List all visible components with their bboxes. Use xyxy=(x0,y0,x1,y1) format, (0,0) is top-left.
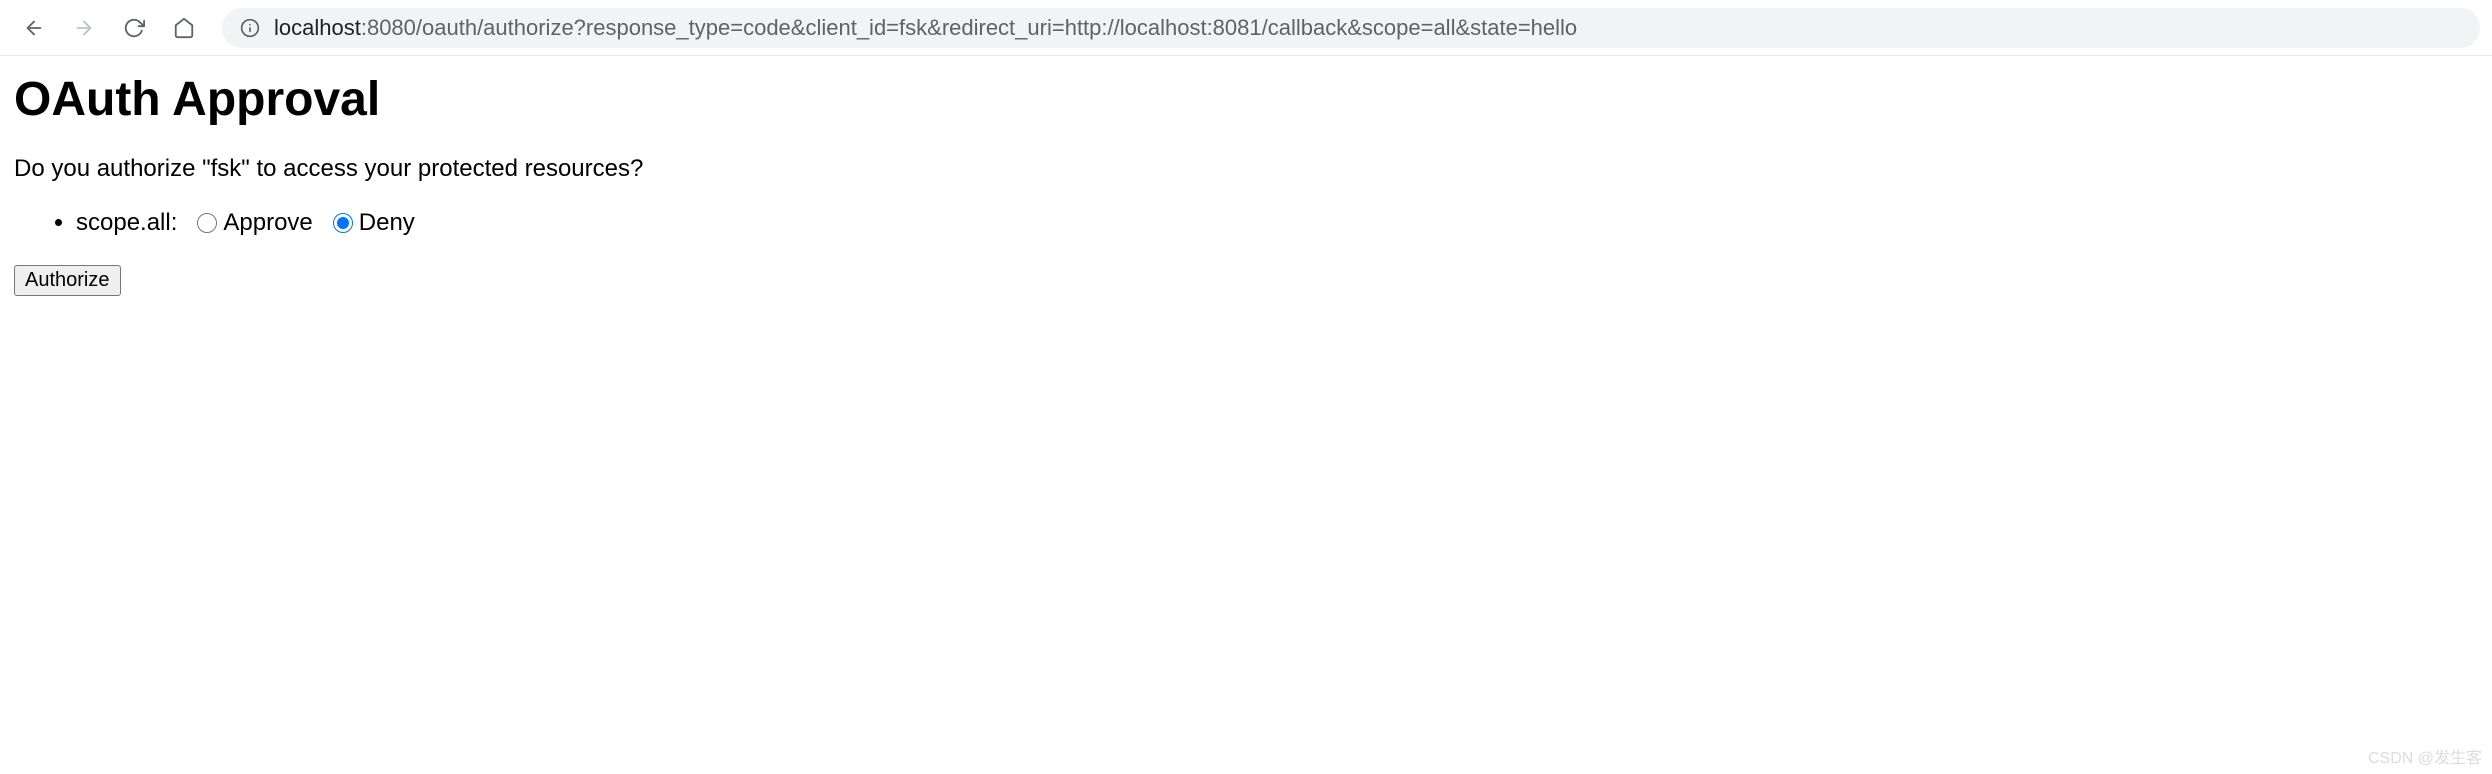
authorize-button[interactable]: Authorize xyxy=(14,265,121,296)
scope-item: scope.all: Approve Deny xyxy=(76,209,2478,237)
address-bar[interactable]: localhost:8080/oauth/authorize?response_… xyxy=(222,8,2480,48)
reload-icon xyxy=(123,17,145,39)
forward-button[interactable] xyxy=(62,6,106,50)
home-icon xyxy=(173,17,195,39)
page-content: OAuth Approval Do you authorize "fsk" to… xyxy=(0,56,2492,312)
home-button[interactable] xyxy=(162,6,206,50)
url-text: localhost:8080/oauth/authorize?response_… xyxy=(274,15,1577,41)
arrow-right-icon xyxy=(73,17,95,39)
url-path: :8080/oauth/authorize?response_type=code… xyxy=(361,15,1577,40)
scope-label: scope.all: xyxy=(76,209,177,237)
back-button[interactable] xyxy=(12,6,56,50)
auth-prompt: Do you authorize "fsk" to access your pr… xyxy=(14,155,2478,183)
scope-list: scope.all: Approve Deny xyxy=(14,209,2478,237)
watermark: CSDN @发生客 xyxy=(2368,744,2482,768)
browser-toolbar: localhost:8080/oauth/authorize?response_… xyxy=(0,0,2492,56)
page-title: OAuth Approval xyxy=(14,72,2478,127)
url-host: localhost xyxy=(274,15,361,40)
deny-label: Deny xyxy=(359,209,415,237)
site-info-icon[interactable] xyxy=(240,18,260,38)
deny-radio[interactable] xyxy=(333,213,353,233)
approve-label: Approve xyxy=(223,209,312,237)
arrow-left-icon xyxy=(23,17,45,39)
approve-radio[interactable] xyxy=(197,213,217,233)
reload-button[interactable] xyxy=(112,6,156,50)
